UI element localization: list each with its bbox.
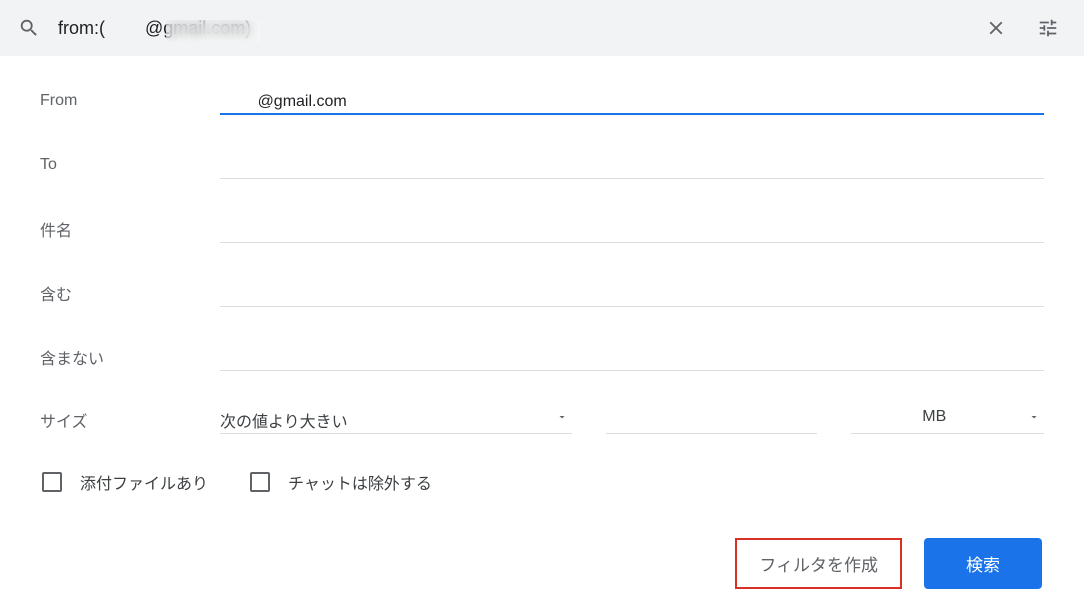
chevron-down-icon	[556, 410, 568, 427]
to-label: To	[40, 156, 220, 174]
size-unit-select[interactable]: MB	[851, 406, 1044, 434]
from-label: From	[40, 92, 220, 110]
close-icon	[985, 17, 1007, 39]
chevron-down-icon	[1028, 410, 1040, 427]
filter-form: From To 件名 含む	[0, 56, 1084, 494]
not-contains-label: 含まない	[40, 345, 220, 369]
checkbox-icon	[250, 472, 270, 492]
search-button[interactable]: 検索	[924, 538, 1042, 589]
create-filter-button[interactable]: フィルタを作成	[735, 538, 902, 589]
contains-input[interactable]	[220, 279, 1044, 309]
to-input[interactable]	[220, 151, 1044, 181]
search-bar	[0, 0, 1084, 56]
size-operator-text: 次の値より大きい	[220, 406, 572, 434]
redacted-area	[166, 20, 260, 42]
exclude-chat-label: チャットは除外する	[288, 470, 432, 494]
tune-icon	[1037, 17, 1059, 39]
size-value-input[interactable]	[606, 406, 817, 428]
redacted-area	[220, 115, 312, 137]
has-attachment-label: 添付ファイルあり	[80, 470, 208, 494]
subject-input[interactable]	[220, 215, 1044, 245]
size-unit-text: MB	[851, 406, 1044, 428]
search-options-button[interactable]	[1030, 10, 1066, 46]
search-icon	[18, 17, 40, 39]
exclude-chat-checkbox[interactable]: チャットは除外する	[250, 470, 432, 494]
subject-label: 件名	[40, 217, 220, 241]
contains-label: 含む	[40, 281, 220, 305]
has-attachment-checkbox[interactable]: 添付ファイルあり	[42, 470, 208, 494]
size-value-input-wrap[interactable]	[606, 406, 817, 434]
size-operator-select[interactable]: 次の値より大きい	[220, 406, 572, 434]
checkbox-icon	[42, 472, 62, 492]
not-contains-input[interactable]	[220, 343, 1044, 373]
clear-button[interactable]	[978, 10, 1014, 46]
size-label: サイズ	[40, 408, 220, 432]
